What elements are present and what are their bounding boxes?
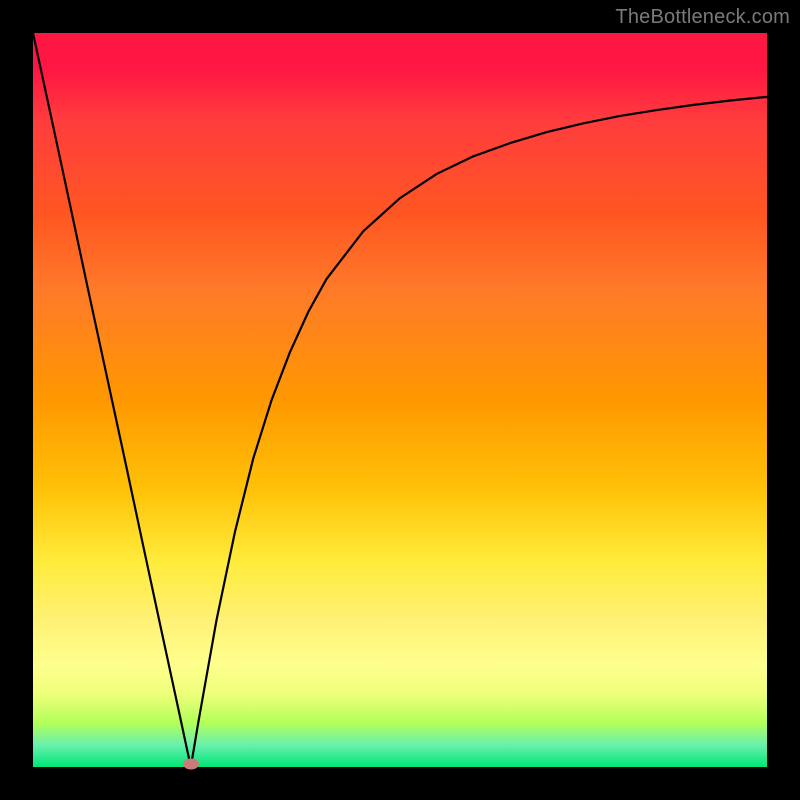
bottleneck-curve-path [33,33,767,767]
plot-area [33,33,767,767]
curve-svg [33,33,767,767]
optimal-marker [183,759,199,770]
chart-container: TheBottleneck.com [0,0,800,800]
credit-label: TheBottleneck.com [615,6,790,29]
